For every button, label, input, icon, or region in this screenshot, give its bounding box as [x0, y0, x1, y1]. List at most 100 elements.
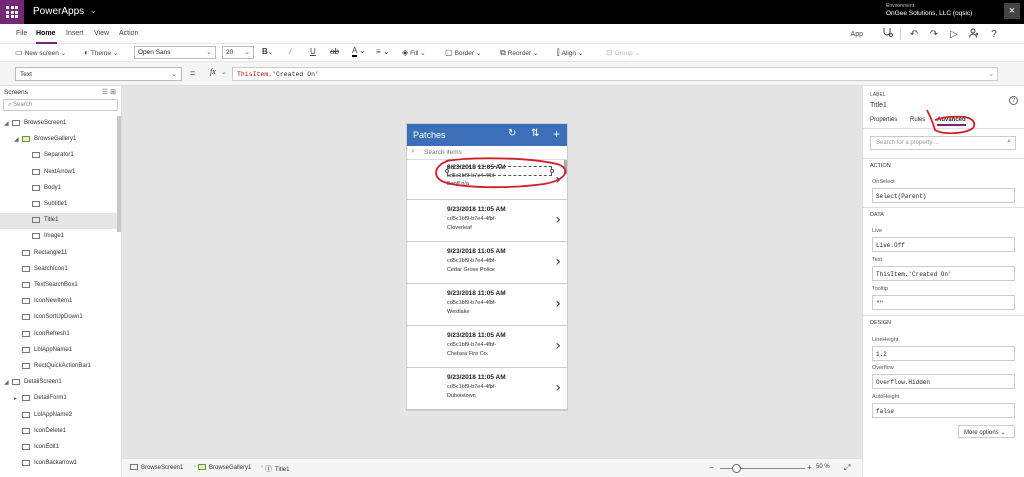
tab-properties[interactable]: Properties [870, 117, 897, 123]
tree-item[interactable]: Rectangle11 [0, 246, 118, 262]
live-field[interactable]: Live.Off [872, 237, 1015, 252]
menu-app[interactable]: App [851, 31, 863, 38]
font-size-dropdown[interactable]: 20 ⌄ [222, 46, 254, 59]
view-toggle-icon[interactable]: ☰ ⊞ [102, 88, 116, 96]
help-icon[interactable]: ? [1009, 96, 1018, 105]
gallery-item[interactable]: 9/23/2018 11:05 AM cd5c1bf9-b7e4-4fbf- Dub… [407, 368, 567, 410]
selection-box[interactable] [445, 164, 554, 176]
tree-item[interactable]: ◢ DetailScreen1 [0, 375, 118, 391]
gallery-item[interactable]: 9/23/2018 11:05 AM cd5c1bf9-b7e4-4fbf- Che… [407, 326, 567, 368]
gallery-item[interactable]: 9/23/2018 11:05 AM cd5c1bf9-b7e4-4fbf- Clo… [407, 200, 567, 242]
theme-button[interactable]: ◐ Theme ⌄ [84, 48, 118, 57]
breadcrumb-title[interactable]: Ⓘ Title1 [265, 464, 289, 474]
tree-item[interactable]: IconDelete1 [0, 424, 118, 440]
menu-file[interactable]: File [16, 30, 27, 37]
menu-home[interactable]: Home [36, 30, 55, 37]
gallery-item[interactable]: 9/23/2018 11:05 AM cd5c1bf9-b7e4-4fbf- Wes… [407, 284, 567, 326]
undo-icon[interactable]: ↶ [904, 29, 924, 40]
chevron-right-icon[interactable]: › [555, 296, 561, 312]
onselect-field[interactable]: Select(Parent) [872, 188, 1015, 203]
gallery-item[interactable]: 9/23/2018 11:05 AM cd5c1bf9-b7e4-4fbf- Ced… [407, 242, 567, 284]
menu-action[interactable]: Action [119, 30, 138, 37]
underline-icon[interactable]: U [310, 47, 316, 56]
tree-item[interactable]: IconBackarrow1 [0, 456, 118, 472]
menu-insert[interactable]: Insert [66, 30, 84, 37]
align-button[interactable]: ⫿ Align ⌄ [557, 48, 583, 58]
app-launcher-button[interactable] [0, 0, 24, 24]
tree-item[interactable]: IconNewItem1 [0, 294, 118, 310]
tree-item[interactable]: Title1 [0, 213, 118, 230]
sort-icon[interactable]: ⇅ [531, 128, 539, 139]
tree-item[interactable]: SearchIcon1 [0, 262, 118, 278]
resize-handle[interactable] [498, 164, 502, 168]
tree-item[interactable]: LblAppName2 [0, 408, 118, 424]
tree-item[interactable]: ▸ DetailForm1 [0, 391, 118, 407]
menu-view[interactable]: View [94, 30, 109, 37]
tree-item[interactable]: Image1 [0, 229, 118, 245]
fx-icon[interactable]: fx [210, 67, 216, 76]
chevron-right-icon[interactable]: › [555, 212, 561, 228]
browse-gallery[interactable]: 9/23/2018 11:05 AM cd5c1bf9-b7e4-4fbf- Ban… [407, 160, 567, 410]
tree-item[interactable]: LblAppName1 [0, 343, 118, 359]
zoom-out-icon[interactable]: − [709, 463, 714, 472]
more-options-button[interactable]: More options ⌄ [958, 425, 1015, 438]
scrollbar[interactable] [117, 116, 121, 232]
tree-item[interactable]: ◢ BrowseGallery1 [0, 132, 118, 148]
chevron-right-icon[interactable]: › [555, 380, 561, 396]
tree-item[interactable]: Subtitle1 [0, 197, 118, 213]
group-button[interactable]: ⊡ Group ⌄ [606, 48, 640, 57]
fit-to-window-icon[interactable]: ⤢ [844, 463, 850, 473]
close-icon[interactable]: × [1004, 3, 1020, 19]
tree-item[interactable]: Separator1 [0, 148, 118, 164]
app-checker-icon[interactable] [877, 27, 897, 41]
tree-item[interactable]: RectQuickActionBar1 [0, 359, 118, 375]
search-box[interactable]: ⌕ Search items [407, 146, 567, 160]
collapse-icon[interactable]: ◢ [14, 136, 19, 143]
app-name[interactable]: PowerApps [33, 6, 84, 17]
canvas[interactable]: Patches ↻ ⇅ + ⌕ Search items 9/23/2018 1… [122, 86, 862, 458]
environment-picker[interactable]: Environment OnGee Solutions, LLC (oqslc) [886, 3, 972, 17]
chevron-down-icon[interactable]: ⌄ [268, 49, 273, 56]
tree-item[interactable]: NextArrow1 [0, 165, 118, 181]
tab-advanced[interactable]: Advanced [937, 117, 966, 126]
add-icon[interactable]: + [553, 127, 560, 141]
formula-input[interactable]: ThisItem.'Created On' ⌄ [232, 67, 998, 81]
chevron-right-icon[interactable]: › [555, 172, 561, 188]
breadcrumb-gallery[interactable]: BrowseGallery1 [198, 464, 251, 471]
play-icon[interactable]: ▷ [944, 29, 964, 40]
scrollbar[interactable] [564, 160, 567, 174]
overflow-field[interactable]: Overflow.Hidden [872, 374, 1015, 389]
collapse-icon[interactable]: ◢ [4, 379, 9, 386]
reorder-button[interactable]: ⧉ Reorder ⌄ [500, 48, 538, 58]
text-field[interactable]: ThisItem.'Created On' [872, 266, 1015, 281]
refresh-icon[interactable]: ↻ [508, 128, 516, 139]
chevron-right-icon[interactable]: › [555, 254, 561, 270]
lineheight-field[interactable]: 1.2 [872, 346, 1015, 361]
chevron-down-icon[interactable]: ⌄ [90, 6, 97, 15]
text-align-icon[interactable]: ≡ ⌄ [376, 47, 390, 56]
tab-rules[interactable]: Rules [910, 117, 925, 123]
collapse-icon[interactable]: ◢ [4, 120, 9, 127]
zoom-slider-thumb[interactable] [732, 464, 741, 473]
tree-item[interactable]: IconEdit1 [0, 440, 118, 456]
strikethrough-icon[interactable]: ab [330, 47, 339, 56]
fill-button[interactable]: ◈ Fill ⌄ [402, 48, 426, 57]
tree-item[interactable]: Body1 [0, 181, 118, 197]
tree-item[interactable]: IconRefresh1 [0, 327, 118, 343]
tree-item[interactable]: ◢ BrowseScreen1 [0, 116, 118, 132]
app-title[interactable]: Patches [413, 130, 446, 140]
border-button[interactable]: ▢ Border ⌄ [445, 48, 481, 57]
resize-handle[interactable] [445, 169, 449, 173]
zoom-in-icon[interactable]: + [807, 463, 812, 472]
property-search-input[interactable]: Search for a property ... ⌕ [870, 136, 1016, 150]
resize-handle[interactable] [550, 169, 554, 173]
expand-icon[interactable]: ▸ [14, 395, 17, 402]
tree-item[interactable]: IconSortUpDown1 [0, 310, 118, 326]
redo-icon[interactable]: ↷ [924, 29, 944, 40]
tooltip-field[interactable]: "" [872, 295, 1015, 310]
tree-item[interactable]: TextSearchBox1 [0, 278, 118, 294]
bold-icon[interactable]: B [262, 47, 268, 56]
chevron-down-icon[interactable]: ⌄ [221, 68, 227, 76]
share-user-icon[interactable] [964, 28, 984, 41]
breadcrumb-screen[interactable]: BrowseScreen1 [130, 464, 183, 471]
